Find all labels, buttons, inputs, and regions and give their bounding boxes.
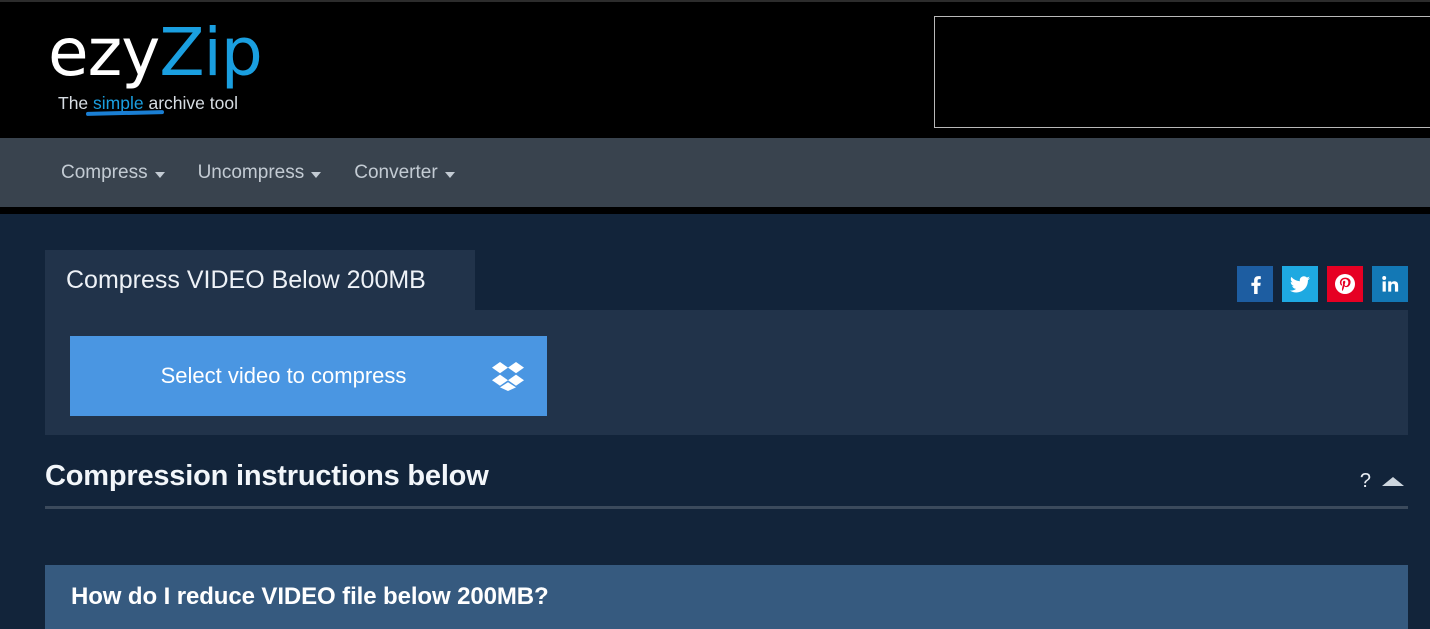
main-navigation: Compress Uncompress Converter: [0, 138, 1430, 207]
faq-panel-question: How do I reduce VIDEO file below 200MB?: [71, 583, 549, 610]
navbar-divider: [0, 207, 1430, 214]
linkedin-icon: [1380, 274, 1400, 294]
tab-compress-video[interactable]: Compress VIDEO Below 200MB: [45, 250, 475, 310]
select-video-button[interactable]: Select video to compress: [70, 336, 547, 416]
caret-up-icon[interactable]: [1382, 476, 1404, 486]
instructions-title: Compression instructions below: [45, 460, 489, 492]
share-pinterest-button[interactable]: [1327, 266, 1363, 302]
twitter-icon: [1289, 274, 1311, 294]
nav-item-converter[interactable]: Converter: [346, 156, 462, 190]
chevron-down-icon: [444, 171, 455, 178]
advertisement-placeholder[interactable]: [934, 16, 1430, 128]
share-linkedin-button[interactable]: [1372, 266, 1408, 302]
select-video-button-label: Select video to compress: [160, 363, 407, 388]
social-share-row: [1237, 266, 1408, 302]
instructions-divider: [45, 506, 1408, 509]
instructions-toggle[interactable]: ?: [1360, 460, 1408, 491]
chevron-down-icon: [311, 171, 322, 178]
nav-item-compress[interactable]: Compress: [53, 156, 173, 190]
nav-item-uncompress-label: Uncompress: [197, 161, 305, 183]
nav-item-uncompress[interactable]: Uncompress: [190, 156, 330, 190]
chevron-down-icon: [154, 171, 165, 178]
site-header: ezyZip The simple archive tool: [0, 0, 1430, 138]
faq-panel-reduce-video[interactable]: How do I reduce VIDEO file below 200MB?: [45, 565, 1408, 629]
share-twitter-button[interactable]: [1282, 266, 1318, 302]
tab-compress-video-label: Compress VIDEO Below 200MB: [66, 265, 426, 294]
brand-wordmark-primary: ezy: [48, 14, 160, 91]
instructions-header-row: Compression instructions below ?: [45, 460, 1408, 493]
brand-wordmark-accent: Zip: [159, 14, 262, 91]
page-root: ezyZip The simple archive tool Compress …: [0, 0, 1430, 629]
help-question-icon[interactable]: ?: [1360, 471, 1371, 491]
tagline-underline-swoosh: [85, 110, 165, 116]
instructions-section: Compression instructions below ?: [45, 460, 1408, 509]
nav-item-converter-label: Converter: [354, 161, 438, 183]
card-tab-strip: Compress VIDEO Below 200MB: [45, 250, 1408, 310]
brand-tagline: The simple archive tool: [48, 92, 468, 116]
brand-wordmark: ezyZip: [48, 16, 468, 90]
brand-logo-block[interactable]: ezyZip The simple archive tool: [48, 16, 468, 116]
nav-item-compress-label: Compress: [61, 161, 148, 183]
share-facebook-button[interactable]: [1237, 266, 1273, 302]
tagline-prefix: The: [58, 93, 94, 113]
pinterest-icon: [1334, 273, 1356, 295]
dropbox-icon: [491, 361, 525, 391]
facebook-icon: [1245, 274, 1265, 294]
compress-card: Compress VIDEO Below 200MB Select video …: [45, 250, 1408, 435]
